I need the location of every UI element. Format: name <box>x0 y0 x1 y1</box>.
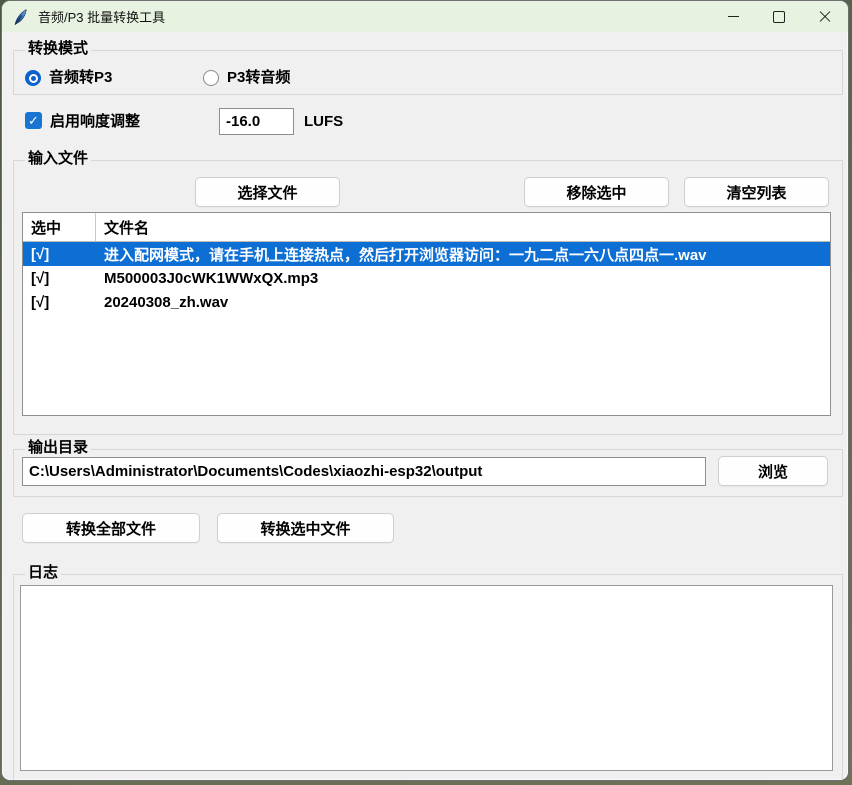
python-feather-icon <box>12 8 30 26</box>
output-dir-input[interactable] <box>22 457 706 486</box>
window-title: 音频/P3 批量转换工具 <box>38 7 165 26</box>
table-row[interactable]: [√] 进入配网模式，请在手机上连接热点，然后打开浏览器访问：一九二点一六八点四… <box>23 242 830 266</box>
row-checked-cell: [√] <box>23 270 96 287</box>
row-checked-cell: [√] <box>23 246 96 263</box>
radio-p3-to-audio-label[interactable]: P3转音频 <box>227 69 290 87</box>
lufs-input[interactable] <box>219 108 294 135</box>
input-files-title: 输入文件 <box>25 150 91 167</box>
mode-groupbox <box>13 50 843 95</box>
file-table: 选中 文件名 [√] 进入配网模式，请在手机上连接热点，然后打开浏览器访问：一九… <box>22 212 831 416</box>
column-header-checked[interactable]: 选中 <box>23 213 96 241</box>
radio-audio-to-p3[interactable] <box>25 70 41 86</box>
row-checked-cell: [√] <box>23 294 96 311</box>
loudness-checkbox[interactable]: ✓ <box>25 112 42 129</box>
clear-list-button[interactable]: 清空列表 <box>684 177 829 207</box>
minimize-icon <box>728 16 739 17</box>
remove-selected-button[interactable]: 移除选中 <box>524 177 669 207</box>
select-files-button[interactable]: 选择文件 <box>195 177 340 207</box>
loudness-checkbox-label[interactable]: 启用响度调整 <box>50 113 140 131</box>
file-table-body: [√] 进入配网模式，请在手机上连接热点，然后打开浏览器访问：一九二点一六八点四… <box>23 242 830 314</box>
file-table-header: 选中 文件名 <box>23 213 830 242</box>
maximize-icon <box>773 11 785 23</box>
checkmark-icon: ✓ <box>28 112 39 129</box>
row-filename-cell: 20240308_zh.wav <box>96 294 830 311</box>
close-icon <box>819 11 831 23</box>
column-header-filename[interactable]: 文件名 <box>96 217 830 238</box>
lufs-unit-label: LUFS <box>304 113 343 131</box>
convert-all-button[interactable]: 转换全部文件 <box>22 513 200 543</box>
maximize-button[interactable] <box>756 1 802 32</box>
table-row[interactable]: [√] 20240308_zh.wav <box>23 290 830 314</box>
output-dir-title: 输出目录 <box>25 439 91 456</box>
title-bar: 音频/P3 批量转换工具 <box>2 1 848 32</box>
app-window: 音频/P3 批量转换工具 转换模式 音频转P3 P3转音频 ✓ 启用响度调整 L… <box>2 1 848 780</box>
browse-button[interactable]: 浏览 <box>718 456 828 486</box>
log-title: 日志 <box>25 564 61 581</box>
log-textarea[interactable] <box>20 585 833 771</box>
window-controls <box>710 1 848 32</box>
mode-group-title: 转换模式 <box>25 40 91 57</box>
row-filename-cell: M500003J0cWK1WWxQX.mp3 <box>96 270 830 287</box>
row-filename-cell: 进入配网模式，请在手机上连接热点，然后打开浏览器访问：一九二点一六八点四点一.w… <box>96 244 830 265</box>
radio-p3-to-audio[interactable] <box>203 70 219 86</box>
convert-selected-button[interactable]: 转换选中文件 <box>217 513 394 543</box>
minimize-button[interactable] <box>710 1 756 32</box>
table-row[interactable]: [√] M500003J0cWK1WWxQX.mp3 <box>23 266 830 290</box>
close-button[interactable] <box>802 1 848 32</box>
radio-audio-to-p3-label[interactable]: 音频转P3 <box>49 69 112 87</box>
